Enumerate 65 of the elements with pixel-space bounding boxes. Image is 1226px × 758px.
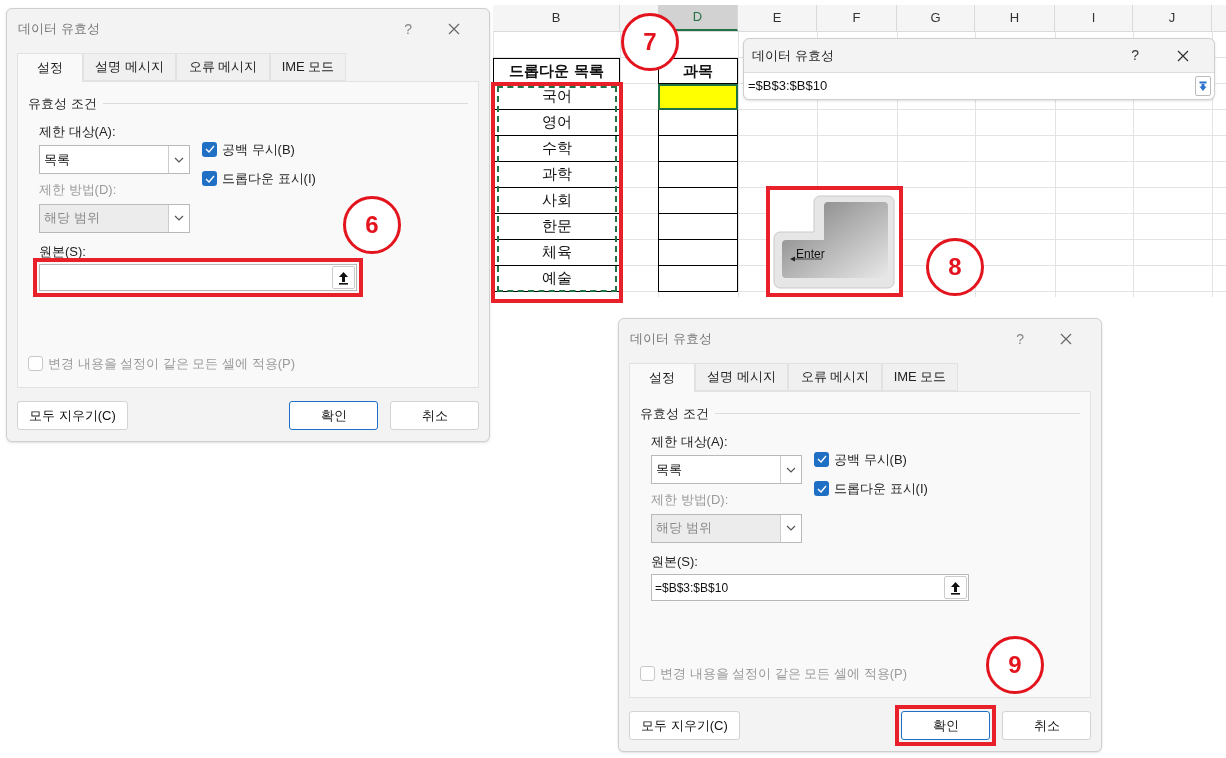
key-label: Enter <box>796 246 825 263</box>
chevron-down-icon <box>174 156 184 163</box>
group-title: 유효성 조건 <box>640 405 709 423</box>
dialog-title: 데이터 유효성 <box>752 46 834 65</box>
tab[interactable]: IME 모드 <box>882 363 958 391</box>
checkbox-label: 드롭다운 표시(I) <box>222 170 316 188</box>
upload-arrow-icon <box>950 580 961 595</box>
collapse-button[interactable] <box>332 266 355 289</box>
collapse-button[interactable] <box>944 576 967 599</box>
column-header[interactable]: D <box>658 5 738 31</box>
checkbox[interactable] <box>814 451 829 467</box>
dialog-button[interactable]: 취소 <box>1002 711 1091 740</box>
dropdown[interactable]: 목록 <box>39 145 190 174</box>
step-number: 8 <box>926 238 984 296</box>
column-header[interactable]: E <box>738 5 817 31</box>
group-title: 유효성 조건 <box>28 95 97 113</box>
field-label: 제한 방법(D): <box>651 491 730 509</box>
tab[interactable]: 설명 메시지 <box>695 363 788 391</box>
checkbox[interactable] <box>202 141 217 157</box>
field-label: 원본(S): <box>651 552 699 571</box>
chevron-down-icon <box>174 215 184 221</box>
tab[interactable]: 오류 메시지 <box>788 363 882 391</box>
checkbox-label: 공백 무시(B) <box>834 450 907 469</box>
tab[interactable]: 설정 <box>629 363 695 392</box>
tab[interactable]: IME 모드 <box>270 53 346 81</box>
checkbox-label: 공백 무시(B) <box>222 140 295 159</box>
field-label: 원본(S): <box>39 242 87 261</box>
close-icon[interactable] <box>1177 49 1189 62</box>
column-header[interactable]: F <box>817 5 897 31</box>
close-icon[interactable] <box>448 23 460 35</box>
tab[interactable]: 설명 메시지 <box>83 53 176 81</box>
tab[interactable]: 설정 <box>17 53 83 82</box>
field-label: 제한 대상(A): <box>39 122 117 141</box>
checkbox[interactable] <box>202 171 217 187</box>
source-field[interactable] <box>39 264 357 291</box>
column-header[interactable]: J <box>1133 5 1212 31</box>
down-arrow-icon <box>1199 80 1207 92</box>
dialog-button[interactable]: 모두 지우기(C) <box>17 401 128 430</box>
help-button[interactable]: ? <box>1131 45 1139 66</box>
range-field[interactable]: =$B$3:$B$10 <box>744 72 1214 99</box>
chevron-down-icon <box>786 525 796 531</box>
upload-arrow-icon <box>338 270 349 285</box>
dialog-button[interactable]: 취소 <box>390 401 479 430</box>
source-field[interactable]: =$B$3:$B$10 <box>651 574 969 601</box>
dropdown[interactable]: 목록 <box>651 455 802 484</box>
column-header[interactable]: I <box>1055 5 1133 31</box>
close-icon[interactable] <box>1060 333 1072 345</box>
column-header[interactable]: B <box>493 5 620 31</box>
expand-button[interactable] <box>1195 76 1211 96</box>
dialog-title: 데이터 유효성 <box>18 20 100 39</box>
checkbox[interactable] <box>814 481 829 497</box>
dialog-button[interactable]: 모두 지우기(C) <box>629 711 740 740</box>
field-label: 제한 방법(D): <box>39 181 118 199</box>
field-label: 제한 대상(A): <box>651 432 729 451</box>
checkbox-label: 드롭다운 표시(I) <box>834 480 928 498</box>
checkbox-label: 변경 내용을 설정이 같은 모든 셀에 적용(P) <box>48 354 295 373</box>
column-header[interactable]: H <box>975 5 1055 31</box>
column-header[interactable]: G <box>897 5 975 31</box>
dialog-title: 데이터 유효성 <box>630 330 712 349</box>
dialog-button[interactable]: 확인 <box>901 711 990 740</box>
tab[interactable]: 오류 메시지 <box>176 53 270 81</box>
chevron-down-icon <box>786 466 796 473</box>
checkbox-label: 변경 내용을 설정이 같은 모든 셀에 적용(P) <box>660 664 907 683</box>
table-cell: 드롭다운 목록 <box>493 58 620 84</box>
dialog-button[interactable]: 확인 <box>289 401 378 430</box>
